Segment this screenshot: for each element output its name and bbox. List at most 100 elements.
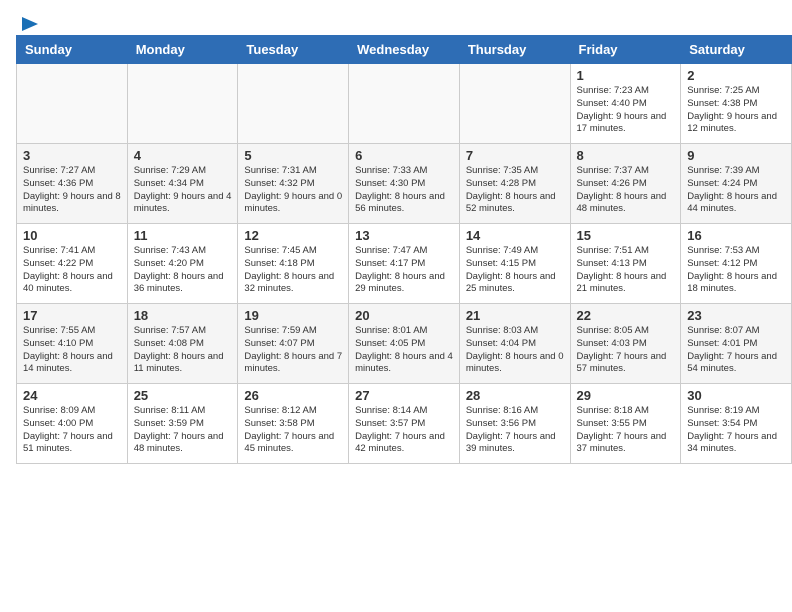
calendar-cell: 20Sunrise: 8:01 AM Sunset: 4:05 PM Dayli… bbox=[349, 304, 460, 384]
day-number: 28 bbox=[466, 388, 564, 403]
calendar-cell: 8 Sunrise: 7:37 AM Sunset: 4:26 PM Daylig… bbox=[570, 144, 681, 224]
calendar-cell: 11Sunrise: 7:43 AM Sunset: 4:20 PM Dayli… bbox=[127, 224, 238, 304]
day-info: Sunrise: 7:31 AM Sunset: 4:32 PM Dayligh… bbox=[244, 165, 342, 216]
calendar-header: SundayMondayTuesdayWednesdayThursdayFrid… bbox=[17, 36, 792, 64]
day-number: 25 bbox=[134, 388, 232, 403]
day-info: Sunrise: 8:09 AM Sunset: 4:00 PM Dayligh… bbox=[23, 405, 121, 456]
weekday-header: Thursday bbox=[459, 36, 570, 64]
day-info: Sunrise: 7:29 AM Sunset: 4:34 PM Dayligh… bbox=[134, 165, 232, 216]
calendar-cell: 22Sunrise: 8:05 AM Sunset: 4:03 PM Dayli… bbox=[570, 304, 681, 384]
day-info: Sunrise: 8:11 AM Sunset: 3:59 PM Dayligh… bbox=[134, 405, 232, 456]
calendar-cell: 16 Sunrise: 7:53 AM Sunset: 4:12 PM Dayli… bbox=[681, 224, 792, 304]
day-number: 30 bbox=[687, 388, 785, 403]
calendar-cell: 17 Sunrise: 7:55 AM Sunset: 4:10 PM Dayli… bbox=[17, 304, 128, 384]
day-info: Sunrise: 7:41 AM Sunset: 4:22 PM Dayligh… bbox=[23, 245, 121, 296]
day-info: Sunrise: 7:49 AM Sunset: 4:15 PM Dayligh… bbox=[466, 245, 564, 296]
day-info: Sunrise: 8:16 AM Sunset: 3:56 PM Dayligh… bbox=[466, 405, 564, 456]
calendar-cell: 21 Sunrise: 8:03 AM Sunset: 4:04 PM Dayli… bbox=[459, 304, 570, 384]
day-number: 12 bbox=[244, 228, 342, 243]
calendar-cell: 10 Sunrise: 7:41 AM Sunset: 4:22 PM Dayli… bbox=[17, 224, 128, 304]
day-number: 19 bbox=[244, 308, 342, 323]
day-number: 10 bbox=[23, 228, 121, 243]
page-header bbox=[0, 0, 792, 35]
calendar-wrapper: SundayMondayTuesdayWednesdayThursdayFrid… bbox=[0, 35, 792, 472]
day-info: Sunrise: 8:07 AM Sunset: 4:01 PM Dayligh… bbox=[687, 325, 785, 376]
weekday-header: Monday bbox=[127, 36, 238, 64]
calendar-cell: 28 Sunrise: 8:16 AM Sunset: 3:56 PM Dayli… bbox=[459, 384, 570, 464]
day-info: Sunrise: 8:18 AM Sunset: 3:55 PM Dayligh… bbox=[577, 405, 675, 456]
day-number: 16 bbox=[687, 228, 785, 243]
day-info: Sunrise: 7:25 AM Sunset: 4:38 PM Dayligh… bbox=[687, 85, 785, 136]
calendar-cell: 26 Sunrise: 8:12 AM Sunset: 3:58 PM Dayli… bbox=[238, 384, 349, 464]
calendar-cell: 25 Sunrise: 8:11 AM Sunset: 3:59 PM Dayli… bbox=[127, 384, 238, 464]
day-info: Sunrise: 8:19 AM Sunset: 3:54 PM Dayligh… bbox=[687, 405, 785, 456]
calendar-cell: 12 Sunrise: 7:45 AM Sunset: 4:18 PM Dayli… bbox=[238, 224, 349, 304]
weekday-header: Tuesday bbox=[238, 36, 349, 64]
day-info: Sunrise: 7:55 AM Sunset: 4:10 PM Dayligh… bbox=[23, 325, 121, 376]
day-info: Sunrise: 7:23 AM Sunset: 4:40 PM Dayligh… bbox=[577, 85, 675, 136]
calendar-cell: 3 Sunrise: 7:27 AM Sunset: 4:36 PM Daylig… bbox=[17, 144, 128, 224]
weekday-header: Saturday bbox=[681, 36, 792, 64]
calendar-cell bbox=[127, 64, 238, 144]
calendar-cell: 18 Sunrise: 7:57 AM Sunset: 4:08 PM Dayli… bbox=[127, 304, 238, 384]
day-number: 18 bbox=[134, 308, 232, 323]
day-number: 3 bbox=[23, 148, 121, 163]
calendar-cell: 6 Sunrise: 7:33 AM Sunset: 4:30 PM Daylig… bbox=[349, 144, 460, 224]
day-number: 23 bbox=[687, 308, 785, 323]
day-info: Sunrise: 7:35 AM Sunset: 4:28 PM Dayligh… bbox=[466, 165, 564, 216]
logo-arrow-icon bbox=[22, 17, 38, 31]
weekday-header: Sunday bbox=[17, 36, 128, 64]
calendar-table: SundayMondayTuesdayWednesdayThursdayFrid… bbox=[16, 35, 792, 464]
day-number: 1 bbox=[577, 68, 675, 83]
calendar-cell: 30 Sunrise: 8:19 AM Sunset: 3:54 PM Dayli… bbox=[681, 384, 792, 464]
day-info: Sunrise: 7:51 AM Sunset: 4:13 PM Dayligh… bbox=[577, 245, 675, 296]
day-number: 14 bbox=[466, 228, 564, 243]
day-number: 7 bbox=[466, 148, 564, 163]
calendar-cell: 9 Sunrise: 7:39 AM Sunset: 4:24 PM Daylig… bbox=[681, 144, 792, 224]
day-info: Sunrise: 7:57 AM Sunset: 4:08 PM Dayligh… bbox=[134, 325, 232, 376]
calendar-cell bbox=[349, 64, 460, 144]
day-number: 29 bbox=[577, 388, 675, 403]
day-number: 13 bbox=[355, 228, 453, 243]
day-info: Sunrise: 7:47 AM Sunset: 4:17 PM Dayligh… bbox=[355, 245, 453, 296]
day-number: 4 bbox=[134, 148, 232, 163]
day-info: Sunrise: 7:39 AM Sunset: 4:24 PM Dayligh… bbox=[687, 165, 785, 216]
day-number: 24 bbox=[23, 388, 121, 403]
day-number: 15 bbox=[577, 228, 675, 243]
logo bbox=[20, 16, 38, 27]
day-info: Sunrise: 8:01 AM Sunset: 4:05 PM Dayligh… bbox=[355, 325, 453, 376]
day-info: Sunrise: 7:37 AM Sunset: 4:26 PM Dayligh… bbox=[577, 165, 675, 216]
day-info: Sunrise: 7:33 AM Sunset: 4:30 PM Dayligh… bbox=[355, 165, 453, 216]
calendar-cell: 24 Sunrise: 8:09 AM Sunset: 4:00 PM Dayli… bbox=[17, 384, 128, 464]
weekday-header: Wednesday bbox=[349, 36, 460, 64]
day-info: Sunrise: 7:43 AM Sunset: 4:20 PM Dayligh… bbox=[134, 245, 232, 296]
day-number: 21 bbox=[466, 308, 564, 323]
day-info: Sunrise: 7:59 AM Sunset: 4:07 PM Dayligh… bbox=[244, 325, 342, 376]
calendar-cell: 23 Sunrise: 8:07 AM Sunset: 4:01 PM Dayli… bbox=[681, 304, 792, 384]
day-number: 26 bbox=[244, 388, 342, 403]
calendar-cell: 4 Sunrise: 7:29 AM Sunset: 4:34 PM Daylig… bbox=[127, 144, 238, 224]
day-number: 8 bbox=[577, 148, 675, 163]
day-info: Sunrise: 8:14 AM Sunset: 3:57 PM Dayligh… bbox=[355, 405, 453, 456]
calendar-cell bbox=[17, 64, 128, 144]
calendar-cell: 15 Sunrise: 7:51 AM Sunset: 4:13 PM Dayli… bbox=[570, 224, 681, 304]
calendar-cell bbox=[459, 64, 570, 144]
calendar-cell: 13 Sunrise: 7:47 AM Sunset: 4:17 PM Dayli… bbox=[349, 224, 460, 304]
day-number: 27 bbox=[355, 388, 453, 403]
calendar-cell: 1 Sunrise: 7:23 AM Sunset: 4:40 PM Daylig… bbox=[570, 64, 681, 144]
day-number: 5 bbox=[244, 148, 342, 163]
day-info: Sunrise: 8:12 AM Sunset: 3:58 PM Dayligh… bbox=[244, 405, 342, 456]
day-info: Sunrise: 8:03 AM Sunset: 4:04 PM Dayligh… bbox=[466, 325, 564, 376]
day-number: 9 bbox=[687, 148, 785, 163]
calendar-cell bbox=[238, 64, 349, 144]
calendar-cell: 7 Sunrise: 7:35 AM Sunset: 4:28 PM Daylig… bbox=[459, 144, 570, 224]
calendar-cell: 14 Sunrise: 7:49 AM Sunset: 4:15 PM Dayli… bbox=[459, 224, 570, 304]
day-number: 17 bbox=[23, 308, 121, 323]
day-number: 6 bbox=[355, 148, 453, 163]
day-info: Sunrise: 7:53 AM Sunset: 4:12 PM Dayligh… bbox=[687, 245, 785, 296]
day-info: Sunrise: 7:45 AM Sunset: 4:18 PM Dayligh… bbox=[244, 245, 342, 296]
day-info: Sunrise: 7:27 AM Sunset: 4:36 PM Dayligh… bbox=[23, 165, 121, 216]
day-number: 22 bbox=[577, 308, 675, 323]
calendar-cell: 2Sunrise: 7:25 AM Sunset: 4:38 PM Daylig… bbox=[681, 64, 792, 144]
calendar-cell: 29 Sunrise: 8:18 AM Sunset: 3:55 PM Dayli… bbox=[570, 384, 681, 464]
